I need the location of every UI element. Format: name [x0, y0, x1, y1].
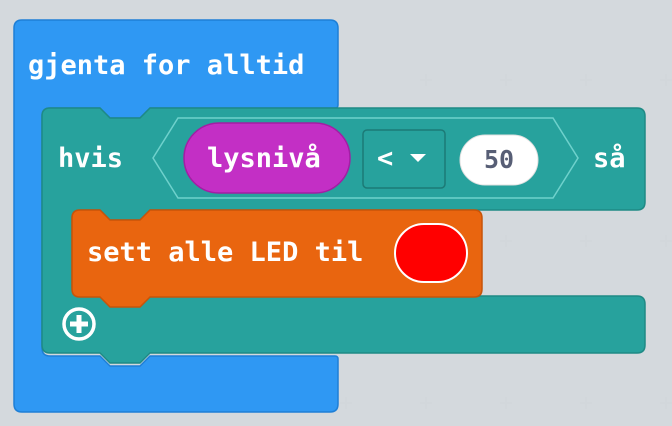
- forever-label: gjenta for alltid: [28, 50, 305, 81]
- then-label: så: [593, 143, 626, 174]
- set-leds-label: sett alle LED til: [87, 237, 364, 268]
- operator-dropdown[interactable]: [362, 129, 446, 189]
- light-level-label: lysnivå: [207, 143, 321, 174]
- operator-label: <: [377, 143, 394, 174]
- if-label: hvis: [58, 143, 124, 174]
- blocks-workspace[interactable]: gjenta for alltid hvis lysnivå < 50 så s…: [0, 0, 672, 426]
- color-swatch[interactable]: [394, 223, 468, 283]
- value-label[interactable]: 50: [460, 147, 538, 172]
